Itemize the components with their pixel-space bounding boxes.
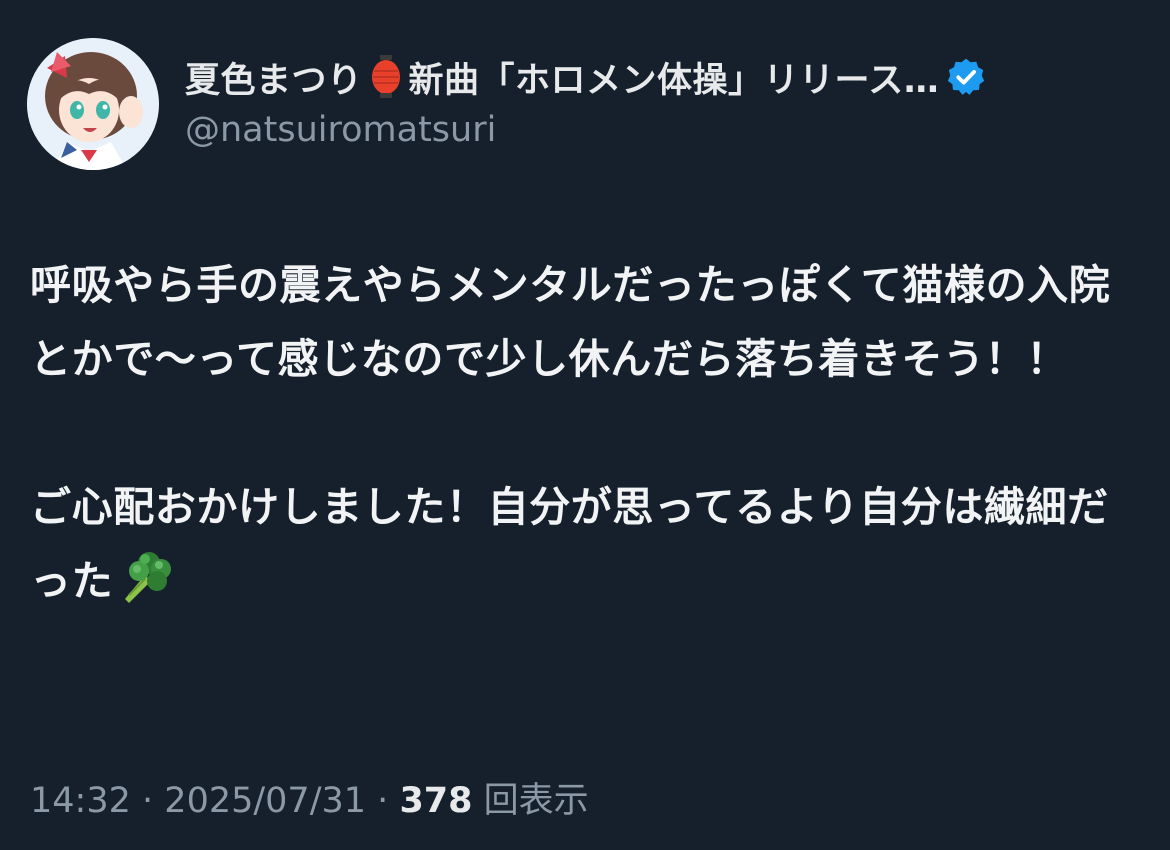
verified-badge-icon [945, 56, 987, 98]
tweet-card: 夏色まつり 新曲「ホロメン体操」リリース… @natsuiromatsuri 呼… [0, 0, 1170, 850]
avatar-image [27, 38, 159, 170]
author-name-row[interactable]: 夏色まつり 新曲「ホロメン体操」リリース… [185, 52, 987, 102]
views-count: 378 [399, 781, 473, 821]
display-name: 夏色まつり [185, 60, 363, 101]
meta-separator: · [142, 781, 154, 821]
meta-separator: · [377, 781, 389, 821]
author-handle[interactable]: @natsuiromatsuri [185, 110, 496, 150]
red-lantern-icon [371, 55, 401, 99]
tweet-time[interactable]: 14:32 [30, 781, 131, 821]
views-label: 回表示 [483, 781, 589, 821]
tweet-date[interactable]: 2025/07/31 [164, 781, 366, 821]
broccoli-icon [115, 545, 175, 605]
tweet-text: 呼吸やら手の震えやらメンタルだったっぽくて猫様の入院とかで〜って感じなので少し休… [30, 248, 1145, 618]
avatar[interactable] [27, 38, 159, 170]
tweet-paragraph: 呼吸やら手の震えやらメンタルだったっぽくて猫様の入院とかで〜って感じなので少し休… [30, 261, 1111, 383]
tweet-meta: 14:32 · 2025/07/31 · 378 回表示 [30, 772, 589, 823]
display-name-suffix: 新曲「ホロメン体操」リリース… [408, 60, 940, 101]
tweet-paragraph-text: ご心配おかけしました！自分が思ってるより自分は繊細だった [30, 483, 1109, 605]
tweet-paragraph: ご心配おかけしました！自分が思ってるより自分は繊細だった [30, 470, 1145, 618]
